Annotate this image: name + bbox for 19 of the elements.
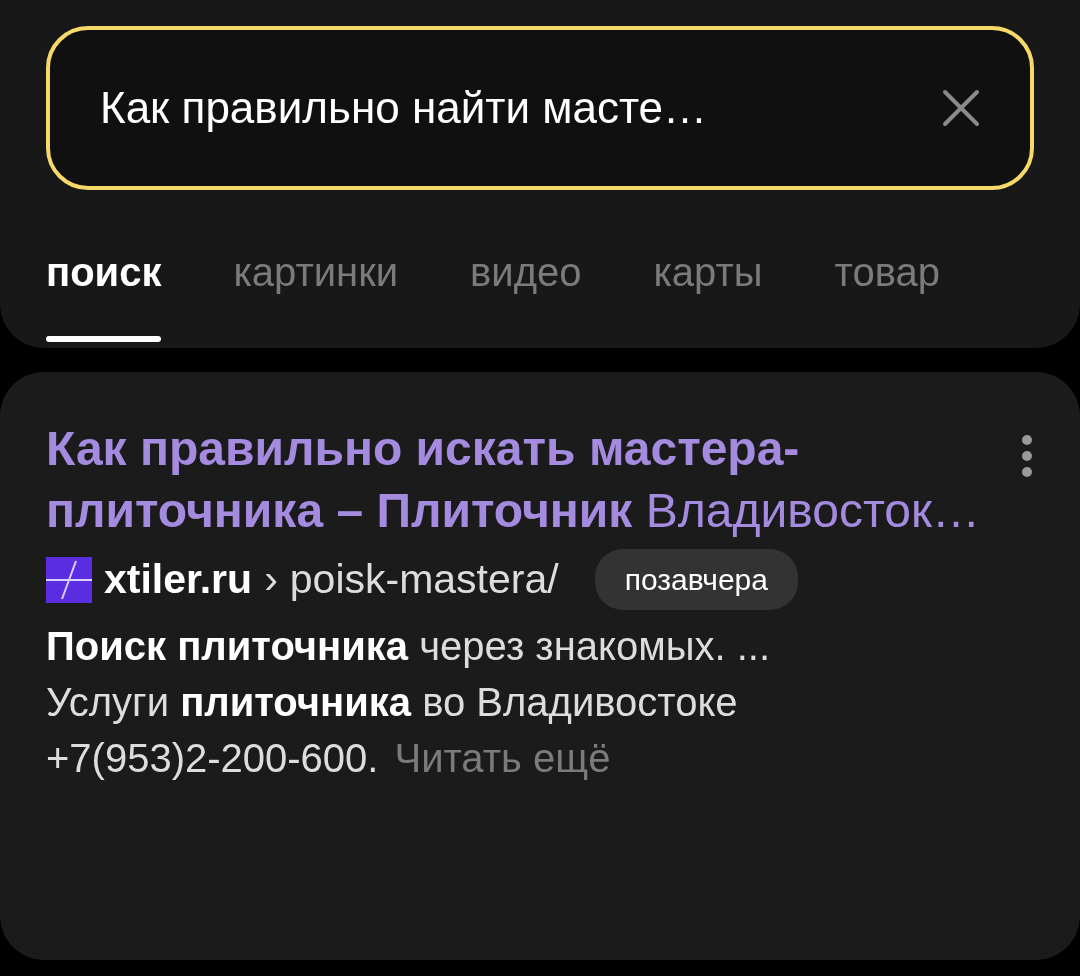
snippet-line: +7(953)2-200-600. — [46, 735, 379, 783]
tab[interactable]: карты — [653, 242, 763, 342]
snippet-line: Услуги плиточника во Владивостоке — [46, 679, 738, 727]
tab[interactable]: видео — [470, 242, 582, 342]
date-label: позавчера — [594, 549, 798, 611]
tab[interactable]: поиск — [46, 242, 162, 342]
search-field[interactable]: Как правильно найти масте… — [46, 26, 1034, 190]
site-domain: xtiler.ru — [104, 554, 253, 604]
result-title-link[interactable]: Как правильно искать мастера-плиточника – Плиточник Владивосток… — [46, 418, 1020, 543]
breadcrumb-separator: › — [264, 554, 278, 604]
clear-icon[interactable] — [942, 89, 980, 127]
site-favicon-icon — [46, 556, 92, 603]
snippet-line: Поиск плиточника через знакомых. ... — [46, 623, 770, 671]
more-options-icon[interactable] — [1020, 434, 1034, 478]
search-query: Как правильно найти масте… — [100, 82, 709, 134]
tab[interactable]: картинки — [233, 242, 399, 342]
site-path: poisk-mastera/ — [289, 554, 559, 604]
read-more-link[interactable]: Читать ещё — [394, 730, 611, 787]
tab[interactable]: товар — [834, 242, 940, 342]
